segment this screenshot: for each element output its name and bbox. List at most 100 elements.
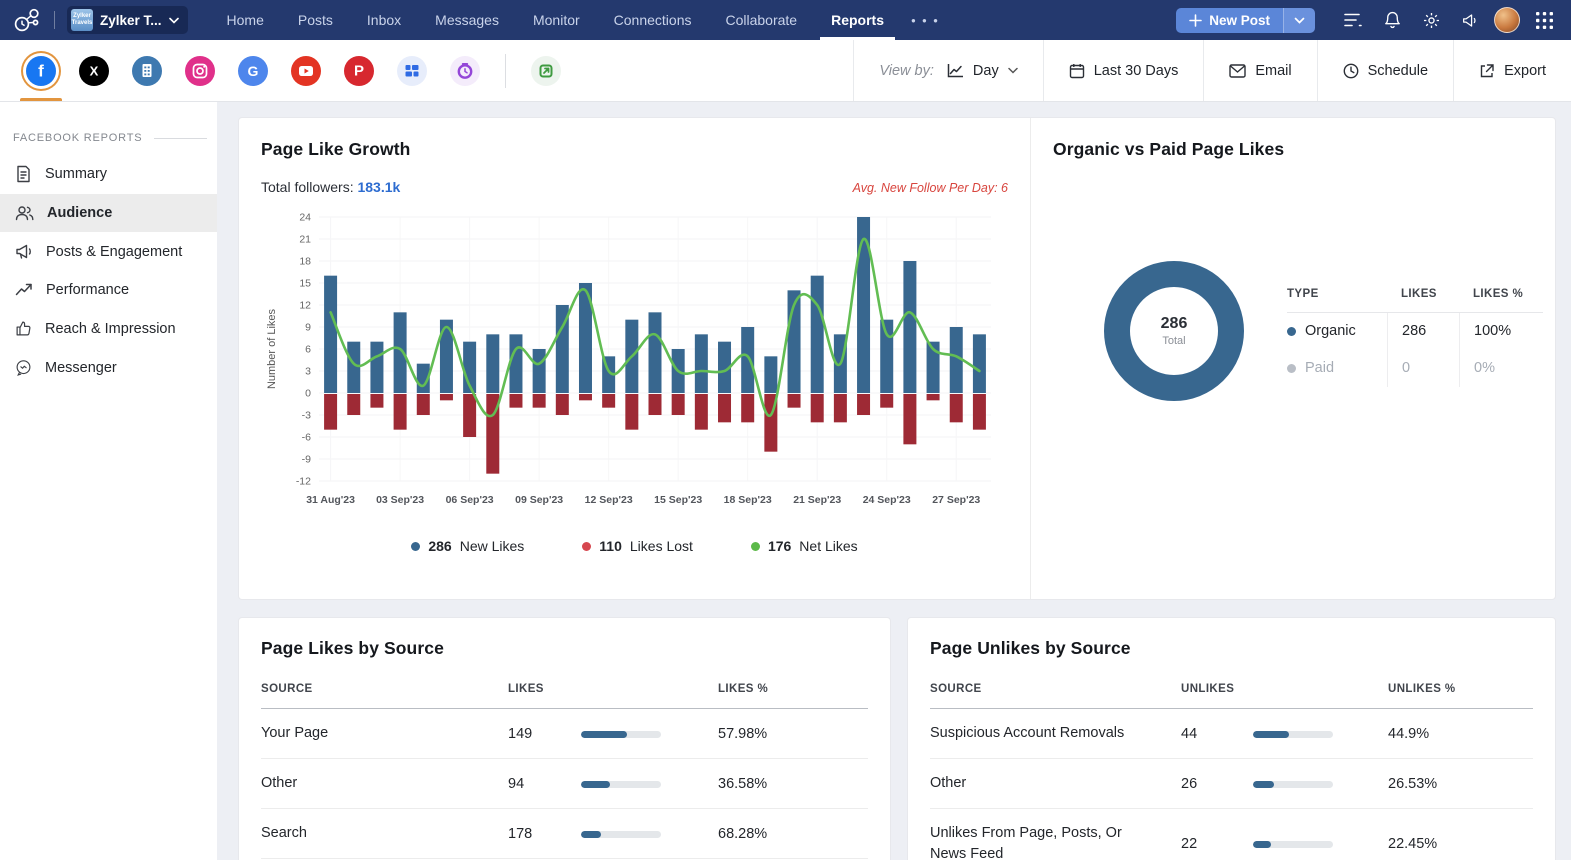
- sidebar-item-posts-engagement[interactable]: Posts & Engagement: [0, 232, 217, 271]
- svg-text:03 Sep'23: 03 Sep'23: [376, 494, 424, 506]
- svg-text:31 Aug'23: 31 Aug'23: [306, 494, 355, 506]
- percent-cell: 57.98%: [718, 726, 868, 742]
- nav-item-messages[interactable]: Messages: [418, 0, 516, 40]
- svg-text:24: 24: [299, 212, 311, 224]
- channel-apps-blue-icon[interactable]: [397, 40, 427, 101]
- chevron-down-icon: [169, 17, 179, 24]
- nav-item-reports[interactable]: Reports: [814, 0, 901, 40]
- reports-toolbar: fX G P View by: Day Last 30 Days Email: [0, 40, 1571, 102]
- sidebar-item-label: Messenger: [45, 360, 117, 376]
- nav-more-button[interactable]: ● ● ●: [901, 16, 950, 25]
- channel-zoho-green-icon[interactable]: [531, 40, 561, 101]
- channel-timer-purple-icon[interactable]: [450, 40, 480, 101]
- channel-facebook-icon[interactable]: f: [26, 40, 56, 101]
- zoho-social-logo[interactable]: [12, 5, 42, 35]
- legend-dot: [411, 542, 420, 551]
- svg-text:24 Sep'23: 24 Sep'23: [863, 494, 911, 506]
- channel-youtube-icon[interactable]: [291, 40, 321, 101]
- user-avatar[interactable]: [1494, 7, 1520, 33]
- export-button[interactable]: Export: [1453, 40, 1571, 101]
- column-header: SOURCE: [261, 683, 508, 695]
- column-header: UNLIKES: [1181, 683, 1253, 695]
- new-post-button[interactable]: New Post: [1176, 8, 1315, 33]
- sidebar-item-performance[interactable]: Performance: [0, 271, 217, 309]
- document-icon: [15, 165, 32, 183]
- channel-google-icon[interactable]: G: [238, 40, 268, 101]
- total-followers-value[interactable]: 183.1k: [357, 179, 400, 195]
- legend-item-likes-lost: 110 Likes Lost: [582, 538, 693, 554]
- nav-item-connections[interactable]: Connections: [597, 0, 709, 40]
- table-row: Unlikes From Page, Posts, Or News Feed22…: [930, 809, 1533, 860]
- value-cell: 44: [1181, 726, 1253, 742]
- trend-arrow-icon: [15, 283, 33, 297]
- svg-text:09 Sep'23: 09 Sep'23: [515, 494, 563, 506]
- channel-pinterest-icon[interactable]: P: [344, 40, 374, 101]
- new-post-dropdown[interactable]: [1283, 8, 1315, 33]
- sidebar-item-reach-impression[interactable]: Reach & Impression: [0, 309, 217, 348]
- likes-by-source-card: Page Likes by Source SOURCELIKESLIKES %Y…: [238, 617, 891, 860]
- sidebar-section-title: FACEBOOK REPORTS: [0, 132, 217, 144]
- percent-bar: [1253, 841, 1333, 848]
- channel-group-divider: [505, 54, 506, 88]
- column-header: LIKES: [508, 683, 581, 695]
- apps-grid-icon[interactable]: [1529, 5, 1559, 35]
- value-cell: 149: [508, 726, 581, 742]
- percent-cell: 36.58%: [718, 776, 868, 792]
- notifications-bell-icon[interactable]: [1377, 5, 1407, 35]
- audience-people-icon: [15, 205, 34, 221]
- date-range-button[interactable]: Last 30 Days: [1043, 40, 1204, 101]
- svg-text:G: G: [248, 63, 259, 79]
- brand-selector[interactable]: Zylker Travels Zylker T...: [67, 6, 188, 34]
- brand-label: Zylker T...: [100, 13, 162, 28]
- channel-x-icon[interactable]: X: [79, 40, 109, 101]
- settings-gear-icon[interactable]: [1416, 5, 1446, 35]
- svg-text:-3: -3: [302, 410, 311, 422]
- source-label: Search: [261, 823, 508, 844]
- channel-instagram-icon[interactable]: [185, 40, 215, 101]
- reports-sidebar: FACEBOOK REPORTS Summary Audience Posts & …: [0, 102, 217, 860]
- organic-paid-table-header: TYPELIKESLIKES %: [1287, 276, 1543, 313]
- svg-text:9: 9: [305, 322, 311, 334]
- percent-bar: [581, 831, 661, 838]
- series-dot: [1287, 364, 1296, 373]
- sidebar-item-summary[interactable]: Summary: [0, 154, 217, 194]
- table-row: Other2626.53%: [930, 759, 1533, 809]
- column-header: LIKES %: [718, 683, 868, 695]
- sidebar-item-audience[interactable]: Audience: [0, 194, 217, 232]
- percent-bar: [1253, 781, 1333, 788]
- page-like-growth-chart: -12-9-6-30369121518212431 Aug'2303 Sep'2…: [261, 195, 1008, 526]
- percent-bar: [581, 731, 661, 738]
- column-header: LIKES %: [1459, 288, 1543, 300]
- nav-item-posts[interactable]: Posts: [281, 0, 350, 40]
- sidebar-item-label: Audience: [47, 205, 112, 221]
- nav-item-inbox[interactable]: Inbox: [350, 0, 418, 40]
- organic-paid-table: TYPELIKESLIKES %Organic286100%Paid00%: [1287, 276, 1543, 387]
- nav-item-home[interactable]: Home: [210, 0, 281, 40]
- sidebar-item-messenger[interactable]: Messenger: [0, 348, 217, 387]
- legend-dot: [751, 542, 760, 551]
- channel-building-icon[interactable]: [132, 40, 162, 101]
- legend-item-net-likes: 176 Net Likes: [751, 538, 858, 554]
- brand-logo: Zylker Travels: [71, 9, 93, 31]
- nav-item-collaborate[interactable]: Collaborate: [708, 0, 814, 40]
- page-like-growth-card: Page Like Growth Total followers: 183.1k…: [238, 117, 1556, 600]
- announcement-megaphone-icon[interactable]: [1455, 5, 1485, 35]
- nav-item-monitor[interactable]: Monitor: [516, 0, 597, 40]
- schedule-button[interactable]: Schedule: [1317, 40, 1453, 101]
- svg-text:21: 21: [299, 234, 311, 246]
- clock-icon: [1343, 63, 1359, 79]
- view-by-selector[interactable]: View by: Day: [853, 40, 1042, 101]
- column-header: TYPE: [1287, 288, 1387, 300]
- messenger-chat-icon: [15, 359, 32, 376]
- email-button[interactable]: Email: [1203, 40, 1316, 101]
- source-label: Suspicious Account Removals: [930, 723, 1181, 744]
- column-header: SOURCE: [930, 683, 1181, 695]
- view-by-label: View by:: [879, 63, 934, 79]
- column-header: LIKES: [1387, 288, 1459, 300]
- svg-text:0: 0: [305, 388, 311, 400]
- svg-text:P: P: [354, 62, 364, 79]
- chart-legend: 286 New Likes110 Likes Lost176 Net Likes: [261, 538, 1008, 554]
- table-row: Organic286100%: [1287, 313, 1543, 350]
- table-row: Search17868.28%: [261, 809, 868, 859]
- feed-lines-icon[interactable]: [1338, 5, 1368, 35]
